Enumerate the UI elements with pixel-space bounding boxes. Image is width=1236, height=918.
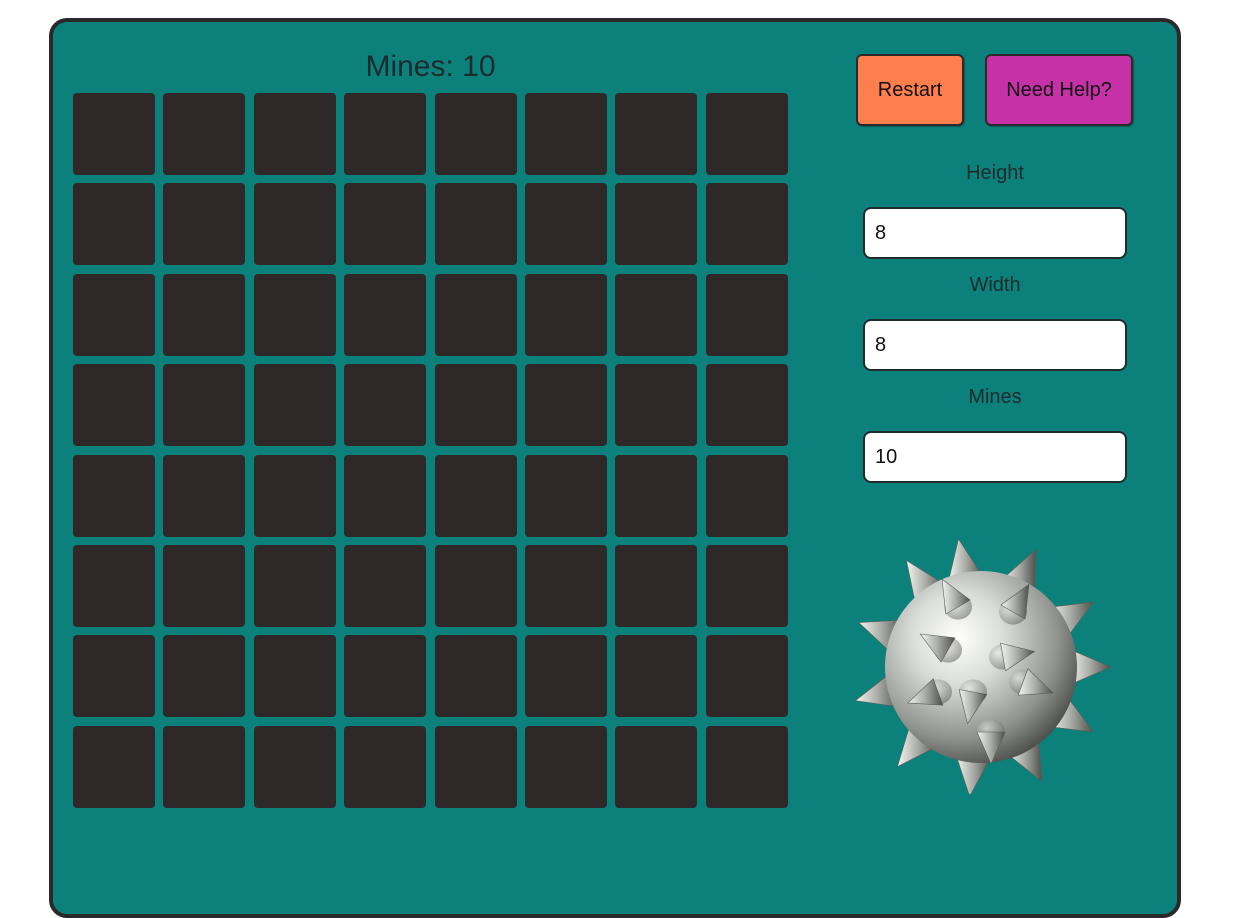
- board-cell[interactable]: [163, 364, 246, 447]
- board-cell[interactable]: [163, 183, 246, 266]
- board-cell[interactable]: [705, 183, 788, 266]
- mines-counter: Mines: 10: [365, 50, 496, 83]
- height-input[interactable]: [863, 207, 1127, 259]
- board-cell[interactable]: [253, 635, 336, 718]
- board-cell[interactable]: [615, 183, 698, 266]
- width-label: Width: [969, 274, 1021, 296]
- board-cell[interactable]: [163, 93, 246, 175]
- board-cell[interactable]: [163, 273, 246, 356]
- board-cell[interactable]: [73, 273, 155, 356]
- board-cell[interactable]: [434, 93, 517, 175]
- board-cell[interactable]: [163, 454, 246, 537]
- board-cell[interactable]: [344, 364, 427, 447]
- board-cell[interactable]: [434, 544, 517, 627]
- mine-icon: [854, 538, 1112, 794]
- board-cell[interactable]: [163, 544, 246, 627]
- board-cell[interactable]: [344, 635, 427, 718]
- width-input[interactable]: [863, 319, 1127, 371]
- mines-input[interactable]: [863, 431, 1127, 483]
- board-cell[interactable]: [434, 635, 517, 718]
- board-cell[interactable]: [705, 273, 788, 356]
- height-label: Height: [966, 162, 1024, 184]
- board-cell[interactable]: [615, 454, 698, 537]
- board-cell[interactable]: [344, 725, 427, 808]
- board-cell[interactable]: [163, 725, 246, 808]
- board-cell[interactable]: [524, 183, 607, 266]
- board-cell[interactable]: [73, 635, 155, 718]
- board-cell[interactable]: [253, 273, 336, 356]
- board-cell[interactable]: [344, 544, 427, 627]
- board-cell[interactable]: [615, 273, 698, 356]
- need-help-button[interactable]: Need Help?: [985, 54, 1133, 126]
- board-cell[interactable]: [615, 635, 698, 718]
- board-cell[interactable]: [253, 454, 336, 537]
- board-cell[interactable]: [615, 725, 698, 808]
- board-cell[interactable]: [253, 364, 336, 447]
- board-cell[interactable]: [253, 725, 336, 808]
- board-cell[interactable]: [434, 725, 517, 808]
- board-cell[interactable]: [73, 544, 155, 627]
- board-cell[interactable]: [615, 93, 698, 175]
- board-cell[interactable]: [73, 725, 155, 808]
- board-cell[interactable]: [344, 183, 427, 266]
- board-cell[interactable]: [705, 93, 788, 175]
- board-cell[interactable]: [524, 93, 607, 175]
- board-cell[interactable]: [615, 544, 698, 627]
- board-cell[interactable]: [344, 93, 427, 175]
- board-cell[interactable]: [344, 454, 427, 537]
- minefield-grid: [73, 93, 788, 808]
- board-cell[interactable]: [434, 273, 517, 356]
- mines-label: Mines: [968, 386, 1022, 408]
- board-cell[interactable]: [524, 273, 607, 356]
- board-cell[interactable]: [524, 635, 607, 718]
- board-cell[interactable]: [73, 364, 155, 447]
- board-cell[interactable]: [524, 725, 607, 808]
- board-cell[interactable]: [434, 364, 517, 447]
- board-cell[interactable]: [705, 544, 788, 627]
- board-cell[interactable]: [344, 273, 427, 356]
- board-cell[interactable]: [163, 635, 246, 718]
- board-cell[interactable]: [524, 454, 607, 537]
- board-cell[interactable]: [253, 544, 336, 627]
- board-cell[interactable]: [73, 183, 155, 266]
- board-cell[interactable]: [434, 454, 517, 537]
- board-cell[interactable]: [705, 635, 788, 718]
- board-cell[interactable]: [73, 454, 155, 537]
- board-cell[interactable]: [705, 454, 788, 537]
- board-cell[interactable]: [524, 364, 607, 447]
- board-cell[interactable]: [705, 364, 788, 447]
- board-cell[interactable]: [253, 183, 336, 266]
- board-cell[interactable]: [434, 183, 517, 266]
- board-cell[interactable]: [705, 725, 788, 808]
- board-cell[interactable]: [615, 364, 698, 447]
- restart-button[interactable]: Restart: [856, 54, 964, 126]
- board-cell[interactable]: [73, 93, 155, 175]
- board-cell[interactable]: [524, 544, 607, 627]
- game-panel: Mines: 10 Restart Need Help? Height Widt…: [49, 18, 1181, 918]
- board-cell[interactable]: [253, 93, 336, 175]
